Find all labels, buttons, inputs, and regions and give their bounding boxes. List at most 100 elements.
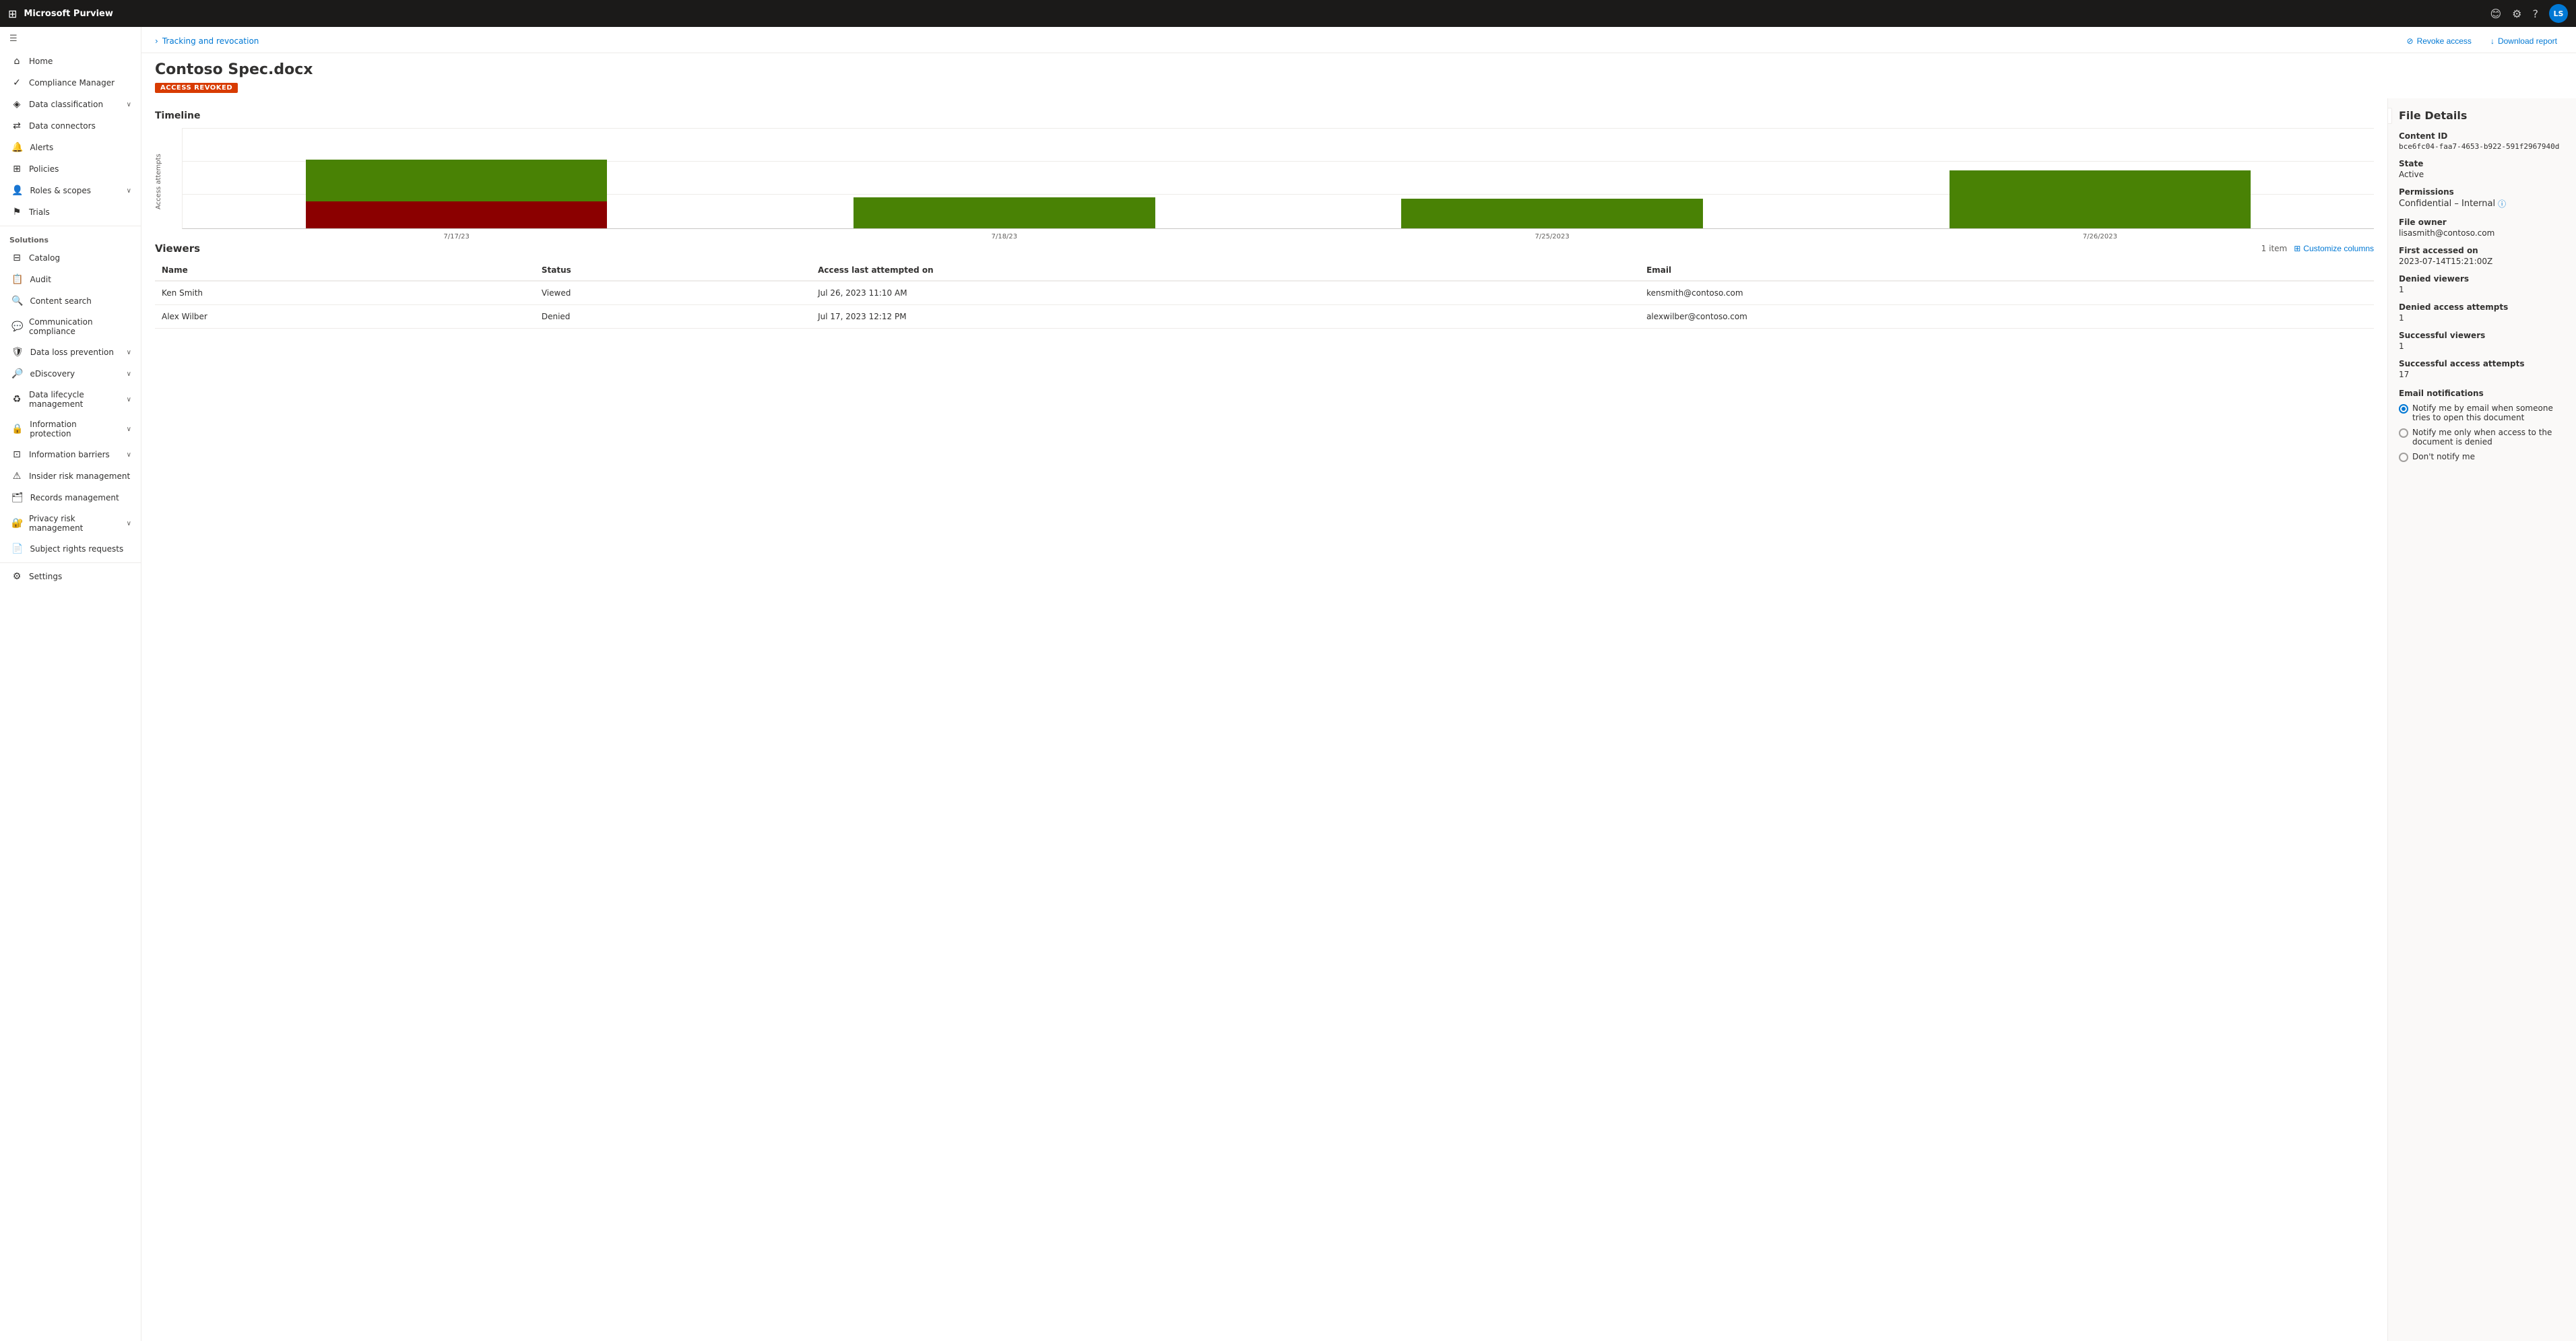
- radio-notify-open-label: Notify me by email when someone tries to…: [2412, 403, 2565, 422]
- timeline-title: Timeline: [155, 110, 2374, 121]
- email-notif-title: Email notifications: [2399, 389, 2565, 398]
- customize-icon: ⊞: [2294, 244, 2300, 253]
- bar-label-1: 7/17/23: [183, 233, 730, 240]
- catalog-icon: ⊟: [11, 253, 22, 263]
- permissions-label: Permissions: [2399, 187, 2565, 197]
- table-row[interactable]: Alex Wilber Denied Jul 17, 2023 12:12 PM…: [155, 305, 2374, 329]
- sidebar-item-ediscovery[interactable]: 🔎 eDiscovery ∨: [0, 363, 141, 385]
- hamburger-button[interactable]: ☰: [0, 27, 141, 51]
- viewer-status-2: Denied: [535, 305, 811, 329]
- breadcrumb-parent[interactable]: Tracking and revocation: [162, 36, 259, 46]
- download-report-button[interactable]: ↓ Download report: [2485, 34, 2563, 48]
- sidebar-item-data-lifecycle[interactable]: ♻ Data lifecycle management ∨: [0, 385, 141, 414]
- radio-no-notify-circle[interactable]: [2399, 453, 2408, 462]
- bar-group-4: 7/26/2023: [1826, 128, 2374, 228]
- denied-attempts-value: 1: [2399, 313, 2565, 323]
- viewers-section-header: Viewers 1 item ⊞ Customize columns: [155, 242, 2374, 255]
- sidebar-item-data-classification[interactable]: ◈ Data classification ∨: [0, 94, 141, 115]
- viewer-name-2: Alex Wilber: [155, 305, 535, 329]
- sidebar-item-privacy-risk[interactable]: 🔐 Privacy risk management ∨: [0, 509, 141, 538]
- sidebar-item-roles-scopes[interactable]: 👤 Roles & scopes ∨: [0, 180, 141, 201]
- chevron-down-icon-roles: ∨: [127, 187, 131, 195]
- info-icon[interactable]: ⓘ: [2498, 198, 2506, 209]
- bar-denied-1: [306, 201, 607, 228]
- sidebar-label-audit: Audit: [30, 275, 51, 284]
- sidebar-item-alerts[interactable]: 🔔 Alerts: [0, 137, 141, 158]
- sidebar-item-audit[interactable]: 📋 Audit: [0, 269, 141, 290]
- sidebar-item-data-loss-prevention[interactable]: 🛡 Data loss prevention ∨: [0, 341, 141, 363]
- radio-notify-open[interactable]: Notify me by email when someone tries to…: [2399, 403, 2565, 422]
- download-label: Download report: [2498, 36, 2557, 46]
- sidebar-label-policies: Policies: [29, 164, 59, 174]
- content-id-field: Content ID bce6fc04-faa7-4653-b922-591f2…: [2399, 131, 2565, 151]
- help-icon[interactable]: ?: [2533, 7, 2539, 20]
- content-id-label: Content ID: [2399, 131, 2565, 141]
- file-owner-field: File owner lisasmith@contoso.com: [2399, 218, 2565, 238]
- sidebar-item-data-connectors[interactable]: ⇄ Data connectors: [0, 115, 141, 137]
- first-accessed-field: First accessed on 2023-07-14T15:21:00Z: [2399, 246, 2565, 266]
- revoke-icon: ⊘: [2407, 36, 2414, 46]
- sidebar-item-settings[interactable]: ⚙ Settings: [0, 566, 141, 587]
- revoke-label: Revoke access: [2417, 36, 2472, 46]
- chevron-down-icon-ip: ∨: [127, 426, 131, 433]
- sidebar-item-information-barriers[interactable]: ⊡ Information barriers ∨: [0, 444, 141, 465]
- radio-notify-denied-circle[interactable]: [2399, 428, 2408, 438]
- app-layout: ☰ ⌂ Home ✓ Compliance Manager ◈ Data cla…: [0, 27, 2576, 1341]
- connectors-icon: ⇄: [11, 121, 22, 131]
- sidebar-item-records-management[interactable]: 🗂 Records management: [0, 487, 141, 509]
- bar-label-3: 7/25/2023: [1279, 233, 1826, 240]
- topbar: ⊞ Microsoft Purview 😊 ⚙ ? LS: [0, 0, 2576, 27]
- download-icon: ↓: [2490, 36, 2494, 46]
- sidebar-item-policies[interactable]: ⊞ Policies: [0, 158, 141, 180]
- lifecycle-icon: ♻: [11, 394, 22, 405]
- sidebar-item-catalog[interactable]: ⊟ Catalog: [0, 247, 141, 269]
- col-status: Status: [535, 260, 811, 281]
- radio-no-notify[interactable]: Don't notify me: [2399, 452, 2565, 462]
- customize-columns-button[interactable]: ⊞ Customize columns: [2294, 244, 2374, 253]
- sidebar-item-communication-compliance[interactable]: 💬 Communication compliance: [0, 312, 141, 341]
- viewer-email-1: kensmith@contoso.com: [1640, 281, 2374, 305]
- chart-y-label: Access attempts: [155, 141, 162, 222]
- table-header-row: Name Status Access last attempted on Ema…: [155, 260, 2374, 281]
- sidebar-label-content-search: Content search: [30, 296, 91, 306]
- classification-icon: ◈: [11, 99, 22, 110]
- sidebar-item-subject-rights[interactable]: 📄 Subject rights requests: [0, 538, 141, 560]
- email-notifications-section: Email notifications Notify me by email w…: [2399, 389, 2565, 462]
- bar-label-4: 7/26/2023: [1826, 233, 2374, 240]
- permissions-value: Confidential – Internal: [2399, 199, 2495, 209]
- first-accessed-value: 2023-07-14T15:21:00Z: [2399, 257, 2565, 266]
- sidebar-item-trials[interactable]: ⚑ Trials: [0, 201, 141, 223]
- revoke-access-button[interactable]: ⊘ Revoke access: [2402, 34, 2477, 48]
- sidebar-label-trials: Trials: [29, 207, 50, 217]
- sidebar-divider-2: [0, 562, 141, 563]
- sidebar-item-insider-risk[interactable]: ⚠ Insider risk management: [0, 465, 141, 487]
- solutions-section-label: Solutions: [0, 229, 141, 247]
- sidebar-label-records: Records management: [30, 493, 119, 502]
- alerts-icon: 🔔: [11, 142, 23, 153]
- panel-toggle-button[interactable]: ›: [2387, 108, 2392, 124]
- chart-wrapper: Access attempts: [155, 128, 2374, 229]
- radio-notify-denied[interactable]: Notify me only when access to the docume…: [2399, 428, 2565, 447]
- grid-icon[interactable]: ⊞: [8, 7, 17, 20]
- feedback-icon[interactable]: 😊: [2490, 7, 2501, 20]
- main-content: › Tracking and revocation ⊘ Revoke acces…: [141, 27, 2576, 1341]
- customize-label: Customize columns: [2303, 244, 2374, 253]
- sidebar-label-alerts: Alerts: [30, 143, 53, 152]
- privacy-icon: 🔐: [11, 518, 22, 529]
- sidebar-item-information-protection[interactable]: 🔒 Information protection ∨: [0, 414, 141, 444]
- denied-viewers-field: Denied viewers 1: [2399, 274, 2565, 294]
- state-label: State: [2399, 159, 2565, 168]
- sidebar-item-home[interactable]: ⌂ Home: [0, 51, 141, 72]
- sidebar-item-content-search[interactable]: 🔍 Content search: [0, 290, 141, 312]
- table-row[interactable]: Ken Smith Viewed Jul 26, 2023 11:10 AM k…: [155, 281, 2374, 305]
- successful-attempts-label: Successful access attempts: [2399, 359, 2565, 368]
- radio-notify-open-circle[interactable]: [2399, 404, 2408, 414]
- state-field: State Active: [2399, 159, 2565, 179]
- settings-icon[interactable]: ⚙: [2512, 7, 2521, 20]
- records-icon: 🗂: [11, 492, 24, 503]
- bar-viewed-1: [306, 160, 607, 201]
- trials-icon: ⚑: [11, 207, 22, 218]
- avatar[interactable]: LS: [2549, 4, 2568, 23]
- sidebar-item-compliance-manager[interactable]: ✓ Compliance Manager: [0, 72, 141, 94]
- viewer-status-1: Viewed: [535, 281, 811, 305]
